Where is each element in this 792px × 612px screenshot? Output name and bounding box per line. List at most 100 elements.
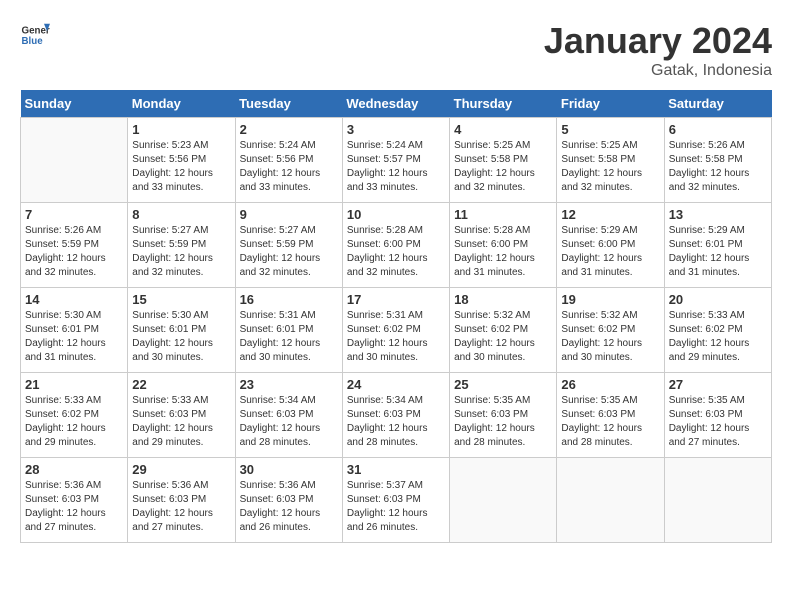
day-number: 29 xyxy=(132,462,230,477)
title-block: January 2024 Gatak, Indonesia xyxy=(544,20,772,80)
calendar-cell: 1 Sunrise: 5:23 AM Sunset: 5:56 PM Daylig… xyxy=(128,118,235,203)
day-number: 18 xyxy=(454,292,552,307)
calendar-cell: 21 Sunrise: 5:33 AM Sunset: 6:02 PM Dayli… xyxy=(21,373,128,458)
calendar-cell: 22 Sunrise: 5:33 AM Sunset: 6:03 PM Dayli… xyxy=(128,373,235,458)
day-info: Sunrise: 5:35 AM Sunset: 6:03 PM Dayligh… xyxy=(454,394,552,450)
day-info: Sunrise: 5:33 AM Sunset: 6:02 PM Dayligh… xyxy=(669,309,767,365)
day-number: 19 xyxy=(561,292,659,307)
calendar-cell: 30 Sunrise: 5:36 AM Sunset: 6:03 PM Dayli… xyxy=(235,458,342,543)
calendar-subtitle: Gatak, Indonesia xyxy=(544,62,772,80)
calendar-cell: 24 Sunrise: 5:34 AM Sunset: 6:03 PM Dayli… xyxy=(342,373,449,458)
day-info: Sunrise: 5:27 AM Sunset: 5:59 PM Dayligh… xyxy=(132,224,230,280)
calendar-cell xyxy=(664,458,771,543)
day-info: Sunrise: 5:25 AM Sunset: 5:58 PM Dayligh… xyxy=(561,139,659,195)
calendar-cell: 18 Sunrise: 5:32 AM Sunset: 6:02 PM Dayli… xyxy=(450,288,557,373)
day-info: Sunrise: 5:24 AM Sunset: 5:56 PM Dayligh… xyxy=(240,139,338,195)
day-info: Sunrise: 5:26 AM Sunset: 5:59 PM Dayligh… xyxy=(25,224,123,280)
day-number: 31 xyxy=(347,462,445,477)
calendar-cell: 3 Sunrise: 5:24 AM Sunset: 5:57 PM Daylig… xyxy=(342,118,449,203)
day-info: Sunrise: 5:36 AM Sunset: 6:03 PM Dayligh… xyxy=(240,479,338,535)
day-info: Sunrise: 5:34 AM Sunset: 6:03 PM Dayligh… xyxy=(240,394,338,450)
day-number: 20 xyxy=(669,292,767,307)
calendar-week-2: 7 Sunrise: 5:26 AM Sunset: 5:59 PM Daylig… xyxy=(21,203,772,288)
calendar-cell: 20 Sunrise: 5:33 AM Sunset: 6:02 PM Dayli… xyxy=(664,288,771,373)
day-info: Sunrise: 5:36 AM Sunset: 6:03 PM Dayligh… xyxy=(25,479,123,535)
day-info: Sunrise: 5:30 AM Sunset: 6:01 PM Dayligh… xyxy=(25,309,123,365)
day-number: 22 xyxy=(132,377,230,392)
day-number: 17 xyxy=(347,292,445,307)
calendar-cell: 10Sunrise: 5:28 AM Sunset: 6:00 PM Dayli… xyxy=(342,203,449,288)
day-info: Sunrise: 5:29 AM Sunset: 6:01 PM Dayligh… xyxy=(669,224,767,280)
day-number: 8 xyxy=(132,207,230,222)
calendar-week-5: 28 Sunrise: 5:36 AM Sunset: 6:03 PM Dayli… xyxy=(21,458,772,543)
day-number: 30 xyxy=(240,462,338,477)
day-number: 5 xyxy=(561,122,659,137)
day-number: 7 xyxy=(25,207,123,222)
calendar-cell xyxy=(557,458,664,543)
svg-text:Blue: Blue xyxy=(22,36,44,47)
day-info: Sunrise: 5:33 AM Sunset: 6:03 PM Dayligh… xyxy=(132,394,230,450)
day-info: Sunrise: 5:35 AM Sunset: 6:03 PM Dayligh… xyxy=(669,394,767,450)
day-info: Sunrise: 5:30 AM Sunset: 6:01 PM Dayligh… xyxy=(132,309,230,365)
day-number: 3 xyxy=(347,122,445,137)
calendar-cell: 15 Sunrise: 5:30 AM Sunset: 6:01 PM Dayli… xyxy=(128,288,235,373)
weekday-header-thursday: Thursday xyxy=(450,90,557,118)
calendar-week-1: 1 Sunrise: 5:23 AM Sunset: 5:56 PM Daylig… xyxy=(21,118,772,203)
day-number: 15 xyxy=(132,292,230,307)
day-info: Sunrise: 5:26 AM Sunset: 5:58 PM Dayligh… xyxy=(669,139,767,195)
day-info: Sunrise: 5:23 AM Sunset: 5:56 PM Dayligh… xyxy=(132,139,230,195)
day-info: Sunrise: 5:25 AM Sunset: 5:58 PM Dayligh… xyxy=(454,139,552,195)
calendar-cell: 19Sunrise: 5:32 AM Sunset: 6:02 PM Dayli… xyxy=(557,288,664,373)
calendar-cell: 16 Sunrise: 5:31 AM Sunset: 6:01 PM Dayli… xyxy=(235,288,342,373)
calendar-cell: 9 Sunrise: 5:27 AM Sunset: 5:59 PM Daylig… xyxy=(235,203,342,288)
calendar-cell: 7 Sunrise: 5:26 AM Sunset: 5:59 PM Daylig… xyxy=(21,203,128,288)
day-number: 28 xyxy=(25,462,123,477)
day-info: Sunrise: 5:33 AM Sunset: 6:02 PM Dayligh… xyxy=(25,394,123,450)
calendar-cell: 29 Sunrise: 5:36 AM Sunset: 6:03 PM Dayli… xyxy=(128,458,235,543)
weekday-header-friday: Friday xyxy=(557,90,664,118)
calendar-week-3: 14Sunrise: 5:30 AM Sunset: 6:01 PM Dayli… xyxy=(21,288,772,373)
calendar-cell: 25Sunrise: 5:35 AM Sunset: 6:03 PM Dayli… xyxy=(450,373,557,458)
calendar-cell: 5 Sunrise: 5:25 AM Sunset: 5:58 PM Daylig… xyxy=(557,118,664,203)
calendar-cell: 13 Sunrise: 5:29 AM Sunset: 6:01 PM Dayli… xyxy=(664,203,771,288)
calendar-cell: 2 Sunrise: 5:24 AM Sunset: 5:56 PM Daylig… xyxy=(235,118,342,203)
calendar-cell xyxy=(21,118,128,203)
day-info: Sunrise: 5:36 AM Sunset: 6:03 PM Dayligh… xyxy=(132,479,230,535)
calendar-cell: 11Sunrise: 5:28 AM Sunset: 6:00 PM Dayli… xyxy=(450,203,557,288)
day-number: 4 xyxy=(454,122,552,137)
day-info: Sunrise: 5:27 AM Sunset: 5:59 PM Dayligh… xyxy=(240,224,338,280)
day-info: Sunrise: 5:32 AM Sunset: 6:02 PM Dayligh… xyxy=(454,309,552,365)
day-number: 9 xyxy=(240,207,338,222)
day-info: Sunrise: 5:24 AM Sunset: 5:57 PM Dayligh… xyxy=(347,139,445,195)
day-info: Sunrise: 5:31 AM Sunset: 6:01 PM Dayligh… xyxy=(240,309,338,365)
calendar-cell: 4 Sunrise: 5:25 AM Sunset: 5:58 PM Daylig… xyxy=(450,118,557,203)
calendar-week-4: 21 Sunrise: 5:33 AM Sunset: 6:02 PM Dayli… xyxy=(21,373,772,458)
day-number: 1 xyxy=(132,122,230,137)
day-number: 12 xyxy=(561,207,659,222)
weekday-header-sunday: Sunday xyxy=(21,90,128,118)
day-number: 2 xyxy=(240,122,338,137)
calendar-cell: 28 Sunrise: 5:36 AM Sunset: 6:03 PM Dayli… xyxy=(21,458,128,543)
day-number: 24 xyxy=(347,377,445,392)
weekday-header-tuesday: Tuesday xyxy=(235,90,342,118)
day-number: 10 xyxy=(347,207,445,222)
day-info: Sunrise: 5:35 AM Sunset: 6:03 PM Dayligh… xyxy=(561,394,659,450)
day-info: Sunrise: 5:34 AM Sunset: 6:03 PM Dayligh… xyxy=(347,394,445,450)
calendar-table: SundayMondayTuesdayWednesdayThursdayFrid… xyxy=(20,90,772,543)
day-number: 26 xyxy=(561,377,659,392)
calendar-cell: 6 Sunrise: 5:26 AM Sunset: 5:58 PM Daylig… xyxy=(664,118,771,203)
calendar-cell: 26 Sunrise: 5:35 AM Sunset: 6:03 PM Dayli… xyxy=(557,373,664,458)
day-number: 6 xyxy=(669,122,767,137)
weekday-header-saturday: Saturday xyxy=(664,90,771,118)
logo-icon: General Blue xyxy=(20,20,50,50)
weekday-header-monday: Monday xyxy=(128,90,235,118)
weekday-header-wednesday: Wednesday xyxy=(342,90,449,118)
day-number: 16 xyxy=(240,292,338,307)
calendar-cell: 31Sunrise: 5:37 AM Sunset: 6:03 PM Dayli… xyxy=(342,458,449,543)
calendar-cell: 14Sunrise: 5:30 AM Sunset: 6:01 PM Dayli… xyxy=(21,288,128,373)
day-number: 13 xyxy=(669,207,767,222)
calendar-cell: 12Sunrise: 5:29 AM Sunset: 6:00 PM Dayli… xyxy=(557,203,664,288)
day-number: 21 xyxy=(25,377,123,392)
day-info: Sunrise: 5:28 AM Sunset: 6:00 PM Dayligh… xyxy=(454,224,552,280)
calendar-cell: 27Sunrise: 5:35 AM Sunset: 6:03 PM Dayli… xyxy=(664,373,771,458)
